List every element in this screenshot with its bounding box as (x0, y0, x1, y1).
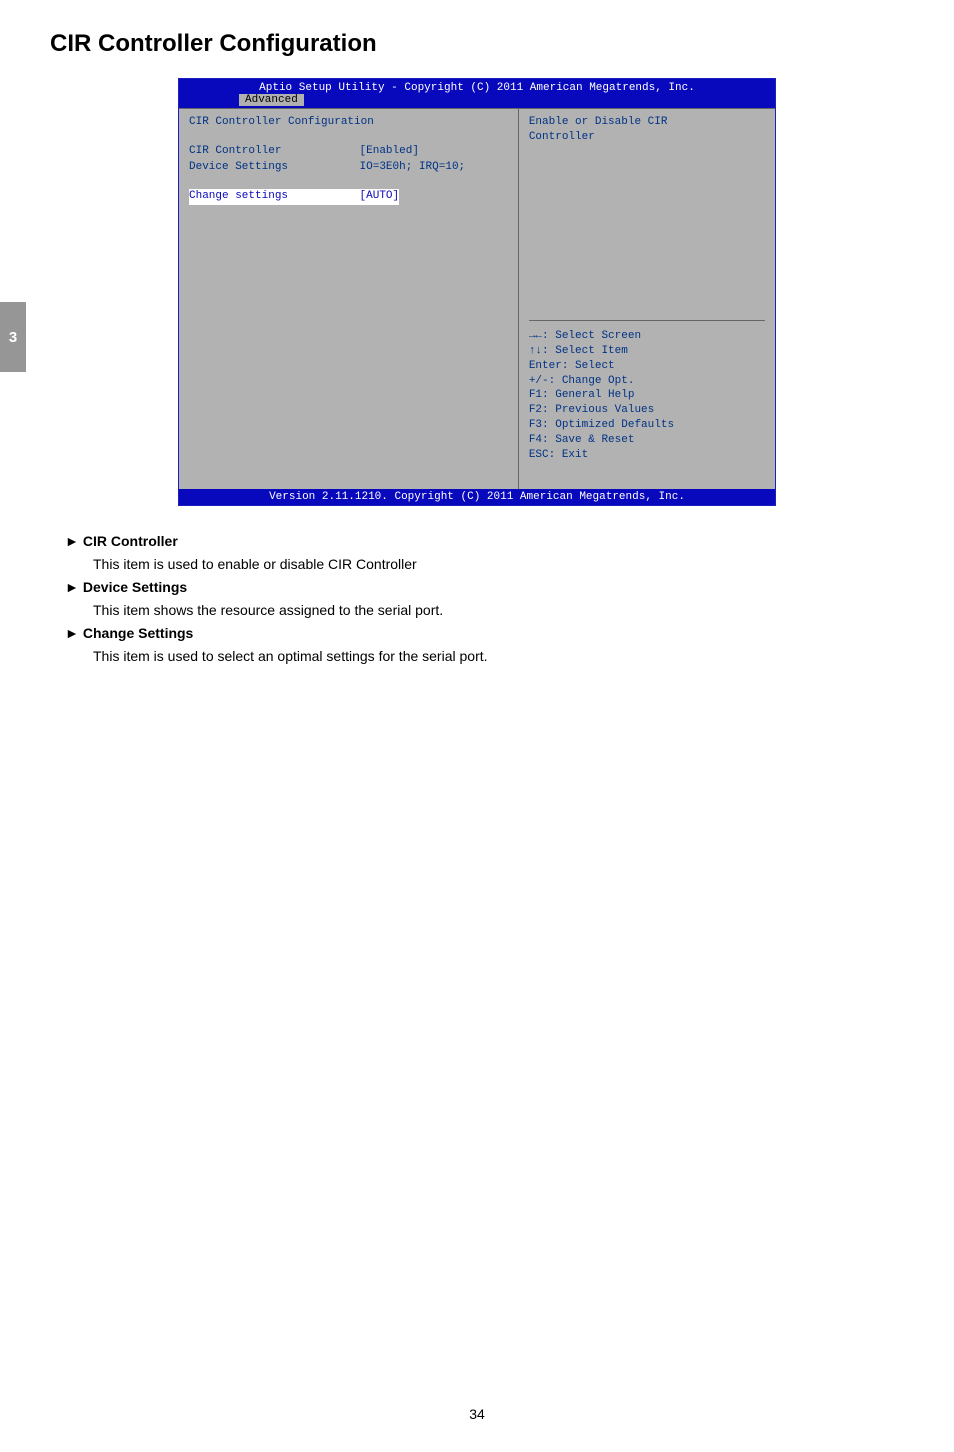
bios-key-help: →←: Select Screen ↑↓: Select Item Enter:… (529, 321, 765, 463)
bios-value: IO=3E0h; IRQ=10; (360, 160, 508, 175)
help-desc-line: Enable or Disable CIR (529, 115, 765, 130)
triangle-right-icon: ► (65, 577, 79, 598)
bios-tab-advanced[interactable]: Advanced (239, 94, 304, 106)
bios-section-title: CIR Controller Configuration (189, 115, 508, 130)
help-key-line: +/-: Change Opt. (529, 374, 765, 389)
bios-screen: Aptio Setup Utility - Copyright (C) 2011… (178, 78, 776, 506)
bios-label-selected: Change settings (189, 189, 360, 204)
help-key-line: ↑↓: Select Item (529, 344, 765, 359)
desc-text: This item is used to enable or disable C… (65, 554, 904, 575)
bios-row-cir-controller[interactable]: CIR Controller [Enabled] (189, 144, 508, 159)
bios-value: [AUTO] (360, 189, 508, 204)
desc-item-cir-controller: ► CIR Controller (65, 531, 904, 552)
side-chapter-tab: 3 (0, 302, 26, 372)
page-title: CIR Controller Configuration (50, 30, 904, 58)
description-section: ► CIR Controller This item is used to en… (50, 531, 904, 667)
desc-item-change-settings: ► Change Settings (65, 623, 904, 644)
bios-value: [Enabled] (360, 144, 508, 159)
triangle-right-icon: ► (65, 623, 79, 644)
bios-section-title-text: CIR Controller Configuration (189, 115, 374, 130)
spacer (189, 130, 508, 144)
page-content: CIR Controller Configuration Aptio Setup… (0, 0, 954, 699)
bios-body: CIR Controller Configuration CIR Control… (179, 108, 775, 489)
bios-left-panel: CIR Controller Configuration CIR Control… (179, 109, 519, 489)
bios-header: Aptio Setup Utility - Copyright (C) 2011… (179, 79, 775, 94)
help-key-line: →←: Select Screen (529, 329, 765, 344)
bios-tab-row: Advanced (179, 94, 775, 108)
bios-help-description: Enable or Disable CIR Controller (529, 115, 765, 321)
triangle-right-icon: ► (65, 531, 79, 552)
bios-label: CIR Controller (189, 144, 360, 159)
desc-text: This item shows the resource assigned to… (65, 600, 904, 621)
desc-label: Change Settings (83, 625, 193, 641)
bios-footer: Version 2.11.1210. Copyright (C) 2011 Am… (179, 489, 775, 505)
help-key-line: F3: Optimized Defaults (529, 418, 765, 433)
help-key-line: ESC: Exit (529, 448, 765, 463)
help-key-line: F4: Save & Reset (529, 433, 765, 448)
help-key-line: Enter: Select (529, 359, 765, 374)
help-desc-line: Controller (529, 130, 765, 145)
desc-item-device-settings: ► Device Settings (65, 577, 904, 598)
help-key-line: F1: General Help (529, 388, 765, 403)
bios-row-change-settings[interactable]: Change settings [AUTO] (189, 189, 508, 204)
desc-text: This item is used to select an optimal s… (65, 646, 904, 667)
bios-right-panel: Enable or Disable CIR Controller →←: Sel… (519, 109, 775, 489)
desc-label: CIR Controller (83, 533, 178, 549)
bios-row-device-settings: Device Settings IO=3E0h; IRQ=10; (189, 160, 508, 175)
page-number: 34 (0, 1406, 954, 1422)
spacer (189, 175, 508, 189)
bios-value-selected: [AUTO] (360, 189, 400, 204)
help-key-line: F2: Previous Values (529, 403, 765, 418)
side-chapter-number: 3 (9, 329, 17, 346)
desc-label: Device Settings (83, 579, 187, 595)
bios-label: Device Settings (189, 160, 360, 175)
